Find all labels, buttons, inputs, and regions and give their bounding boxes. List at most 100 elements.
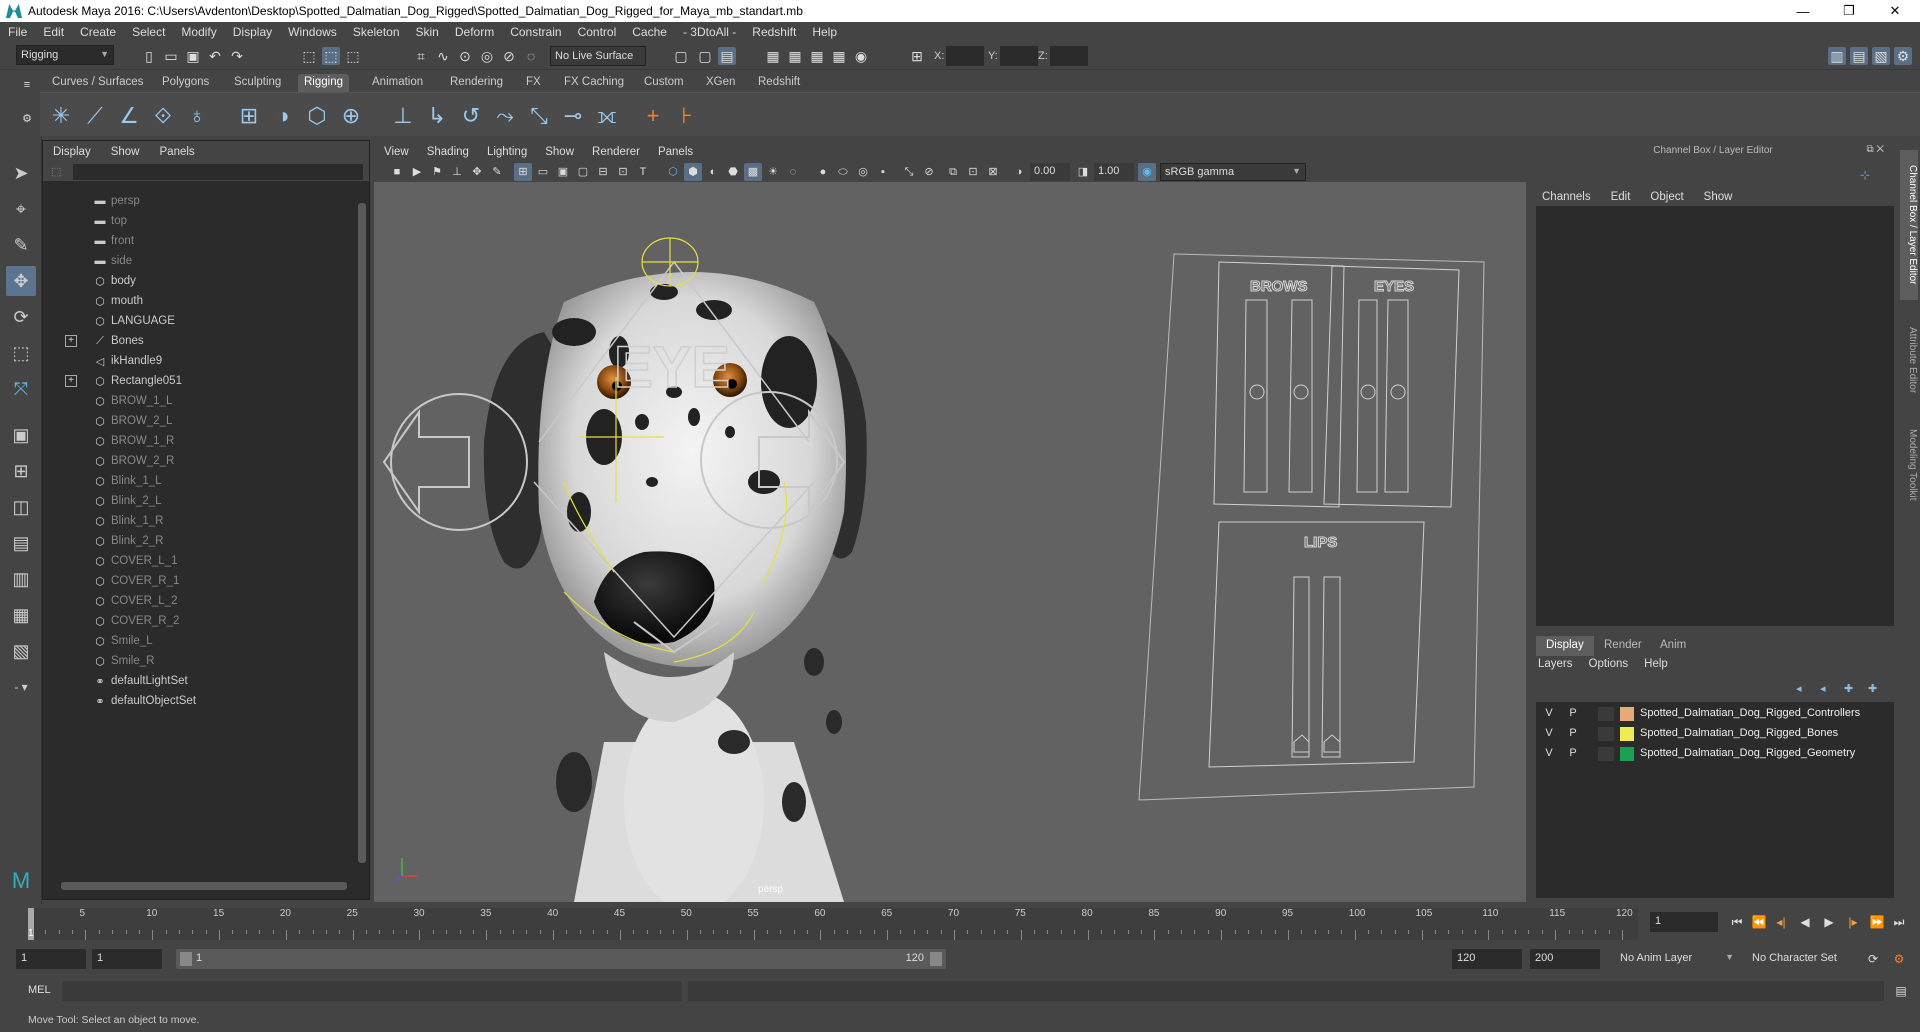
outliner-item[interactable]: + ⬡ Rectangle051 — [43, 371, 353, 391]
shelf-tab-rendering[interactable]: Rendering — [444, 74, 509, 92]
humanik-icon[interactable]: ♁ — [182, 101, 212, 131]
wireframe-icon[interactable]: ⬡ — [664, 163, 682, 181]
scale-constraint-icon[interactable]: ⤡ — [524, 101, 554, 131]
command-input[interactable] — [62, 981, 682, 1001]
shelf-tab-xgen[interactable]: XGen — [700, 74, 741, 92]
new-layer-selected-icon[interactable]: ✚ — [1844, 682, 1853, 695]
scrollbar-thumb[interactable] — [61, 882, 347, 890]
select-hierarchy-icon[interactable]: ⬚ — [300, 47, 318, 65]
viewport-menu-renderer[interactable]: Renderer — [592, 146, 640, 158]
layer-playback-toggle[interactable]: P — [1566, 747, 1580, 759]
menu-3dtoall[interactable]: - 3DtoAll - — [675, 25, 744, 39]
use-all-lights-icon[interactable]: ▩ — [744, 163, 762, 181]
outliner-item[interactable]: ⬡ COVER_R_1 — [43, 571, 353, 591]
cluster-icon[interactable]: ⊕ — [336, 101, 366, 131]
input-ops-icon[interactable]: ▢ — [672, 47, 690, 65]
render-settings-icon[interactable]: ▦ — [830, 47, 848, 65]
playback-end-field[interactable]: 120 — [1452, 949, 1522, 969]
menu-skeleton[interactable]: Skeleton — [345, 25, 408, 39]
layer-playback-toggle[interactable]: P — [1566, 727, 1580, 739]
undo-icon[interactable]: ↶ — [206, 47, 224, 65]
menu-modify[interactable]: Modify — [173, 25, 224, 39]
snap-surface-icon[interactable]: ⊘ — [500, 47, 518, 65]
ik-handle-icon[interactable]: ⟋ — [80, 101, 110, 131]
menu-cache[interactable]: Cache — [624, 25, 675, 39]
menu-skin[interactable]: Skin — [408, 25, 447, 39]
options-menu[interactable]: Options — [1589, 658, 1629, 670]
outliner-item[interactable]: ⬡ BROW_1_L — [43, 391, 353, 411]
channels-menu[interactable]: Channels — [1542, 191, 1591, 203]
create-joints-icon[interactable]: ✳ — [46, 101, 76, 131]
outliner-item[interactable]: ⚭ defaultObjectSet — [43, 691, 353, 711]
outliner-item[interactable]: ⬡ mouth — [43, 291, 353, 311]
shelf-tab-custom[interactable]: Custom — [638, 74, 690, 92]
move-tool-icon[interactable]: ✥ — [6, 266, 36, 296]
range-slider-bar[interactable]: 1 120 — [176, 949, 946, 969]
menu-constrain[interactable]: Constrain — [502, 25, 569, 39]
workspace-layout-icon[interactable]: ▥ — [1828, 47, 1846, 65]
scrollbar-thumb[interactable] — [358, 203, 366, 863]
shelf-tab-animation[interactable]: Animation — [366, 74, 429, 92]
layer-type-toggle[interactable] — [1598, 747, 1614, 761]
y-field[interactable] — [1000, 46, 1038, 66]
select-tool-icon[interactable]: ➤ — [6, 158, 36, 188]
skeleton-mirror-icon[interactable]: + — [638, 101, 668, 131]
close-button[interactable]: ✕ — [1872, 0, 1918, 22]
ipr-render-icon[interactable]: ▦ — [808, 47, 826, 65]
outliner-horizontal-scrollbar[interactable] — [55, 881, 349, 891]
layer-move-down-icon[interactable]: ◂ — [1820, 682, 1826, 695]
character-set-dropdown[interactable]: No Character Set — [1748, 949, 1866, 969]
viewport-menu-shading[interactable]: Shading — [427, 146, 469, 158]
outliner-menu-show[interactable]: Show — [111, 146, 140, 158]
paint-weights-icon[interactable]: ◑ — [268, 101, 298, 131]
shelf-tab-curves-surfaces[interactable]: Curves / Surfaces — [46, 74, 149, 92]
outliner-item[interactable]: ⬡ Blink_1_R — [43, 511, 353, 531]
layers-menu[interactable]: Layers — [1538, 658, 1573, 670]
scene-end-field[interactable]: 200 — [1530, 949, 1600, 969]
auto-key-icon[interactable]: ⟳ — [1864, 949, 1882, 969]
graph-persp-icon[interactable]: ▥ — [6, 564, 36, 594]
maximize-button[interactable]: ❐ — [1826, 0, 1872, 22]
outliner-item[interactable]: ◁ ikHandle9 — [43, 351, 353, 371]
layer-tab-display[interactable]: Display — [1536, 636, 1594, 656]
image-plane-icon[interactable]: ⊥ — [448, 163, 466, 181]
menu-edit[interactable]: Edit — [35, 25, 72, 39]
point-constraint-icon[interactable]: ↺ — [456, 101, 486, 131]
shelf-settings-icon[interactable]: ⚙ — [18, 110, 36, 128]
outliner-item[interactable]: ⬡ Smile_L — [43, 631, 353, 651]
single-view-icon[interactable]: ▣ — [6, 420, 36, 450]
safe-title-icon[interactable]: T — [634, 163, 652, 181]
color-management-icon[interactable]: ◉ — [1138, 163, 1156, 181]
multisample-icon[interactable]: ⬭ — [834, 163, 852, 181]
expand-icon[interactable]: + — [65, 375, 77, 387]
side-tab-channel-box[interactable]: Channel Box / Layer Editor — [1900, 150, 1918, 300]
smooth-shade-icon[interactable]: ⬢ — [684, 163, 702, 181]
viewport-menu-panels[interactable]: Panels — [658, 146, 693, 158]
playback-start-field[interactable]: 1 — [92, 949, 162, 969]
shelf-menu-icon[interactable]: ≡ — [18, 76, 36, 94]
outliner-item[interactable]: ⬡ Blink_2_L — [43, 491, 353, 511]
render-view-icon[interactable]: ▦ — [764, 47, 782, 65]
snap-point-icon[interactable]: ⊙ — [456, 47, 474, 65]
viewport-menu-lighting[interactable]: Lighting — [487, 146, 527, 158]
outliner-item[interactable]: ⬡ body — [43, 271, 353, 291]
anim-layer-dropdown[interactable]: No Anim Layer ▼ — [1616, 949, 1738, 969]
play-forwards-icon[interactable]: ▶ — [1820, 912, 1838, 932]
lasso-tool-icon[interactable]: ⌖ — [6, 194, 36, 224]
layer-visibility-toggle[interactable]: V — [1542, 707, 1556, 719]
custom-layout-icon[interactable]: ▧ — [6, 636, 36, 666]
panel-float-close-icon[interactable]: ⧉ ✕ — [1866, 144, 1884, 155]
side-tab-modeling-toolkit[interactable]: Modeling Toolkit — [1900, 415, 1918, 515]
layer-tab-anim[interactable]: Anim — [1650, 636, 1696, 656]
range-start-handle[interactable] — [180, 952, 192, 966]
layer-row[interactable]: V P Spotted_Dalmatian_Dog_Rigged_Geometr… — [1536, 744, 1894, 764]
gamma-icon[interactable]: ◨ — [1074, 163, 1092, 181]
gate-mask-icon[interactable]: ▢ — [574, 163, 592, 181]
paint-select-tool-icon[interactable]: ✎ — [6, 230, 36, 260]
outliner-menu-display[interactable]: Display — [53, 146, 91, 158]
layer-color-swatch[interactable] — [1620, 747, 1634, 761]
menu-redshift[interactable]: Redshift — [744, 25, 804, 39]
xray-components-icon[interactable]: ⧉ — [944, 163, 962, 181]
snap-grid-icon[interactable]: ⌗ — [412, 47, 430, 65]
outliner-item[interactable]: ⬡ LANGUAGE — [43, 311, 353, 331]
